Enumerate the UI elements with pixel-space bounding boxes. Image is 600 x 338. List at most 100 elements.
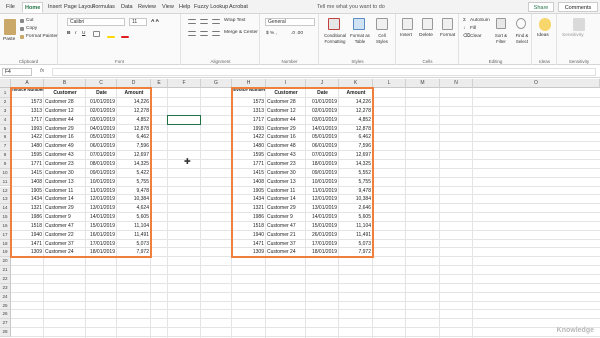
right-table-cell[interactable]: 9,478 (340, 187, 371, 196)
row-header-9[interactable]: 9 (0, 159, 11, 169)
row-header-20[interactable]: 20 (0, 257, 11, 267)
right-table-cell[interactable]: 1771 (233, 160, 264, 169)
paste-button[interactable]: Paste (3, 37, 15, 43)
right-table-cell[interactable]: 10/01/2019 (307, 178, 337, 187)
tab-review[interactable]: Review (136, 2, 158, 13)
right-table-cell[interactable]: 18/01/2019 (307, 160, 337, 169)
format-painter-icon[interactable] (20, 35, 24, 39)
align-bottom-icon[interactable] (212, 19, 220, 24)
left-table-cell[interactable]: 13/01/2019 (87, 204, 115, 213)
fx-icon[interactable]: fx (40, 68, 44, 74)
right-table-cell[interactable]: 5,073 (340, 240, 371, 249)
left-table-cell[interactable]: 10,384 (118, 195, 149, 204)
left-table-cell[interactable]: 12/01/2019 (87, 195, 115, 204)
formula-input[interactable] (52, 68, 596, 76)
right-table-cell[interactable]: 7,596 (340, 142, 371, 151)
left-table-cell[interactable]: 5,755 (118, 178, 149, 187)
right-table-cell[interactable]: Customer 28 (267, 98, 304, 107)
copy-icon[interactable] (20, 27, 24, 31)
column-header-d[interactable]: D (117, 79, 151, 88)
left-table-cell[interactable]: 1993 (12, 125, 42, 134)
worksheet-grid[interactable]: A B C D E F G H I J K L M N O 1 2 3 4 5 6 7 8 9 10 11 12 13 14 15 16 17… (0, 79, 600, 338)
clear-icon[interactable]: ⌫ (463, 34, 470, 40)
column-header-o[interactable]: O (473, 79, 600, 88)
left-table-cell[interactable]: Customer 16 (45, 133, 84, 142)
left-table-cell[interactable]: 17/01/2019 (87, 240, 115, 249)
right-table-cell[interactable]: 15/01/2019 (307, 222, 337, 231)
sensitivity-button[interactable]: Sensitivity (562, 33, 584, 39)
right-table-cell[interactable]: Customer 48 (267, 142, 304, 151)
right-table-cell[interactable]: 07/01/2019 (307, 151, 337, 160)
sort-filter-button[interactable]: Sort & Filter (491, 33, 511, 45)
format-cells-button[interactable]: Format (440, 33, 455, 39)
left-table-cell[interactable]: Customer 28 (45, 98, 84, 107)
right-table-cell[interactable]: 14,226 (340, 98, 371, 107)
tab-formulas[interactable]: Formulas (90, 2, 117, 13)
insert-cells-icon[interactable] (402, 18, 413, 30)
ideas-button[interactable]: Ideas (537, 33, 549, 39)
right-table-cell[interactable]: Customer 13 (267, 178, 304, 187)
row-header-18[interactable]: 18 (0, 239, 11, 249)
bold-icon[interactable]: B (67, 31, 70, 37)
number-format-select[interactable]: General (265, 18, 315, 26)
left-table-cell[interactable]: 05/01/2019 (87, 133, 115, 142)
right-table-cell[interactable]: 1717 (233, 116, 264, 125)
find-select-button[interactable]: Find & Select (512, 33, 532, 45)
wrap-text-button[interactable]: Wrap Text (224, 18, 245, 24)
sort-filter-icon[interactable] (496, 18, 506, 29)
left-table-cell[interactable]: Customer 11 (45, 187, 84, 196)
right-table-cell[interactable]: 1321 (233, 204, 264, 213)
right-table-cell[interactable]: Customer 23 (267, 160, 304, 169)
left-table-cell[interactable]: 14,226 (118, 98, 149, 107)
right-table-cell[interactable]: 13/01/2019 (307, 204, 337, 213)
right-table-cell[interactable]: Customer 47 (267, 222, 304, 231)
right-table-cell[interactable]: Customer 44 (267, 116, 304, 125)
right-table-cell[interactable]: 12/01/2019 (307, 195, 337, 204)
right-table-cell[interactable]: 4,852 (340, 116, 371, 125)
share-button[interactable]: Share (528, 2, 554, 12)
right-table-cell[interactable]: 1471 (233, 240, 264, 249)
row-header-6[interactable]: 6 (0, 133, 11, 143)
tab-fuzzy-lookup[interactable]: Fuzzy Lookup (192, 2, 230, 13)
left-table-cell[interactable]: Customer 47 (45, 222, 84, 231)
align-center-icon[interactable] (200, 31, 208, 36)
left-table-cell[interactable]: 7,972 (118, 248, 149, 257)
decimal-icon[interactable]: .0 .00 (291, 31, 303, 37)
tab-help[interactable]: Help (177, 2, 192, 13)
right-table-cell[interactable]: 7,972 (340, 248, 371, 257)
left-table-cell[interactable]: Customer 13 (45, 178, 84, 187)
left-table-cell[interactable]: 7,596 (118, 142, 149, 151)
left-table-cell[interactable]: 08/01/2019 (87, 160, 115, 169)
right-table-cell[interactable]: 1905 (233, 187, 264, 196)
row-header-23[interactable]: 23 (0, 283, 11, 293)
delete-cells-button[interactable]: Delete (419, 33, 433, 39)
right-table-cell[interactable]: 1480 (233, 142, 264, 151)
left-table-cell[interactable]: 1434 (12, 195, 42, 204)
fill-icon[interactable]: ↓ (463, 26, 465, 32)
align-top-icon[interactable] (188, 19, 196, 24)
ideas-icon[interactable] (539, 18, 551, 31)
column-header-n[interactable]: N (440, 79, 473, 88)
column-header-j[interactable]: J (306, 79, 339, 88)
right-table-cell[interactable]: 11,491 (340, 231, 371, 240)
copy-button[interactable]: Copy (26, 26, 37, 32)
left-table-cell[interactable]: 12,878 (118, 125, 149, 134)
row-header-4[interactable]: 4 (0, 115, 11, 125)
left-table-cell[interactable]: 1940 (12, 231, 42, 240)
font-color-icon[interactable] (121, 36, 129, 38)
autosum-button[interactable]: AutoSum (470, 18, 490, 24)
tab-data[interactable]: Data (119, 2, 135, 13)
column-header-c[interactable]: C (86, 79, 117, 88)
left-table-cell[interactable]: Customer 43 (45, 151, 84, 160)
left-table-cell[interactable]: 1471 (12, 240, 42, 249)
left-table-cell[interactable]: 09/01/2019 (87, 169, 115, 178)
left-table-cell[interactable]: 1415 (12, 169, 42, 178)
left-table-cell[interactable]: 1518 (12, 222, 42, 231)
left-table-cell[interactable]: Customer 49 (45, 142, 84, 151)
row-header-7[interactable]: 7 (0, 142, 11, 152)
column-header-k[interactable]: K (339, 79, 373, 88)
left-table-cell[interactable]: 1986 (12, 213, 42, 222)
left-table-cell[interactable]: 18/01/2019 (87, 248, 115, 257)
tab-home[interactable]: Home (22, 2, 44, 13)
right-table-cell[interactable]: 6,462 (340, 133, 371, 142)
